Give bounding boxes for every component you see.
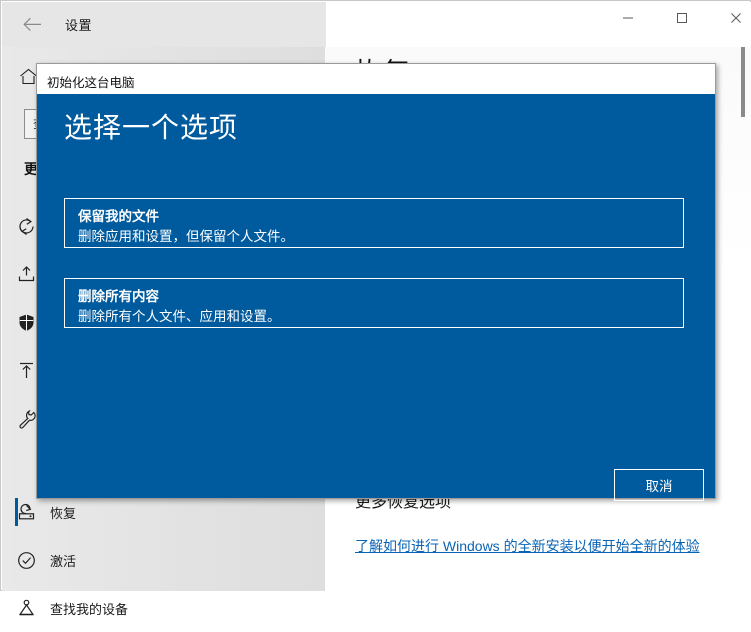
- option-description: 删除应用和设置，但保留个人文件。: [78, 225, 294, 245]
- sidebar-item-label: 查找我的设备: [50, 599, 128, 618]
- dialog-body: 选择一个选项 保留我的文件 删除应用和设置，但保留个人文件。 删除所有内容 删除…: [37, 94, 715, 498]
- option-title: 保留我的文件: [78, 205, 159, 225]
- dialog-title: 初始化这台电脑: [47, 72, 135, 91]
- close-button[interactable]: [713, 2, 751, 34]
- minimize-button[interactable]: [605, 2, 651, 34]
- reset-pc-dialog: 初始化这台电脑 选择一个选项 保留我的文件 删除应用和设置，但保留个人文件。 删…: [36, 63, 716, 499]
- sidebar-item-label: 恢复: [50, 503, 76, 522]
- sidebar-item-activation[interactable]: 激活: [2, 536, 325, 584]
- option-title: 删除所有内容: [78, 285, 159, 305]
- cancel-button[interactable]: 取消: [614, 469, 704, 501]
- content-scrollbar[interactable]: [738, 47, 749, 591]
- minimize-icon: [622, 12, 634, 24]
- find-device-icon: [2, 598, 50, 619]
- option-remove-everything[interactable]: 删除所有内容 删除所有个人文件、应用和设置。: [64, 278, 684, 328]
- maximize-button[interactable]: [659, 2, 705, 34]
- titlebar-left-panel: [2, 2, 326, 47]
- back-arrow-icon: [23, 17, 42, 32]
- recovery-icon: [2, 502, 50, 523]
- maximize-icon: [676, 12, 688, 24]
- check-circle-icon: [2, 550, 50, 571]
- sidebar-item-find-my-device[interactable]: 查找我的设备: [2, 584, 325, 632]
- option-description: 删除所有个人文件、应用和设置。: [78, 305, 281, 325]
- window-titlebar: 设置: [2, 2, 751, 47]
- app-title: 设置: [65, 15, 92, 34]
- close-icon: [730, 12, 742, 24]
- dialog-heading: 选择一个选项: [64, 106, 238, 146]
- content-scrollbar-thumb[interactable]: [741, 47, 745, 117]
- back-button[interactable]: [14, 8, 50, 41]
- home-icon: [19, 68, 38, 90]
- option-keep-my-files[interactable]: 保留我的文件 删除应用和设置，但保留个人文件。: [64, 198, 684, 248]
- dialog-titlebar: 初始化这台电脑: [37, 64, 715, 94]
- fresh-start-link[interactable]: 了解如何进行 Windows 的全新安装以便开始全新的体验: [355, 536, 700, 556]
- sidebar-item-label: 激活: [50, 551, 76, 570]
